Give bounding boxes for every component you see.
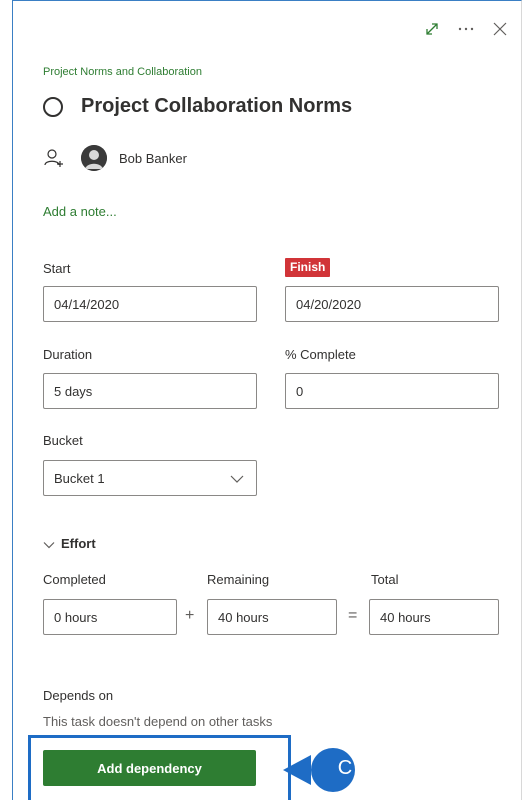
duration-input[interactable]: 5 days bbox=[43, 373, 257, 409]
finish-date-input[interactable]: 04/20/2020 bbox=[285, 286, 499, 322]
total-effort-input[interactable]: 40 hours bbox=[369, 599, 499, 635]
plan-name-link[interactable]: Project Norms and Collaboration bbox=[43, 66, 202, 78]
percent-complete-label: % Complete bbox=[285, 347, 356, 362]
panel-toolbar bbox=[411, 17, 513, 41]
start-date-input[interactable]: 04/14/2020 bbox=[43, 286, 257, 322]
completed-effort-input[interactable]: 0 hours bbox=[43, 599, 177, 635]
task-details-panel: Project Norms and Collaboration Project … bbox=[12, 0, 522, 800]
completed-effort-label: Completed bbox=[43, 572, 106, 587]
avatar[interactable] bbox=[81, 145, 107, 171]
effort-section-title: Effort bbox=[61, 536, 96, 551]
depends-on-label: Depends on bbox=[43, 688, 114, 703]
bucket-label: Bucket bbox=[43, 433, 83, 448]
remaining-effort-input[interactable]: 40 hours bbox=[207, 599, 337, 635]
total-effort-label: Total bbox=[371, 572, 399, 587]
task-title-row: Project Collaboration Norms bbox=[43, 95, 352, 118]
start-label: Start bbox=[43, 261, 71, 276]
no-dependencies-text: This task doesn't depend on other tasks bbox=[43, 714, 273, 729]
plus-sign: + bbox=[185, 607, 195, 624]
add-dependency-button[interactable]: Add dependency bbox=[43, 750, 256, 786]
effort-section-toggle[interactable]: Effort bbox=[43, 536, 96, 551]
close-icon[interactable] bbox=[487, 17, 513, 41]
equals-sign: = bbox=[348, 607, 358, 624]
callout-letter: C bbox=[337, 757, 353, 779]
assignee-name: Bob Banker bbox=[119, 150, 187, 166]
chevron-down-icon bbox=[230, 472, 244, 486]
assign-person-icon[interactable] bbox=[43, 147, 65, 169]
more-options-icon[interactable] bbox=[453, 17, 479, 41]
chevron-down-icon bbox=[43, 538, 55, 550]
bucket-select[interactable]: Bucket 1 bbox=[43, 460, 257, 496]
add-note-link[interactable]: Add a note... bbox=[43, 204, 117, 219]
complete-task-checkbox[interactable] bbox=[43, 96, 63, 117]
finish-label-badge: Finish bbox=[285, 258, 331, 277]
assignment-row: Bob Banker bbox=[43, 144, 187, 172]
percent-complete-input[interactable]: 0 bbox=[285, 373, 499, 409]
duration-label: Duration bbox=[43, 347, 93, 362]
expand-icon[interactable] bbox=[419, 17, 445, 41]
task-title[interactable]: Project Collaboration Norms bbox=[81, 95, 352, 118]
bucket-selected-value: Bucket 1 bbox=[54, 470, 105, 486]
remaining-effort-label: Remaining bbox=[207, 572, 270, 587]
